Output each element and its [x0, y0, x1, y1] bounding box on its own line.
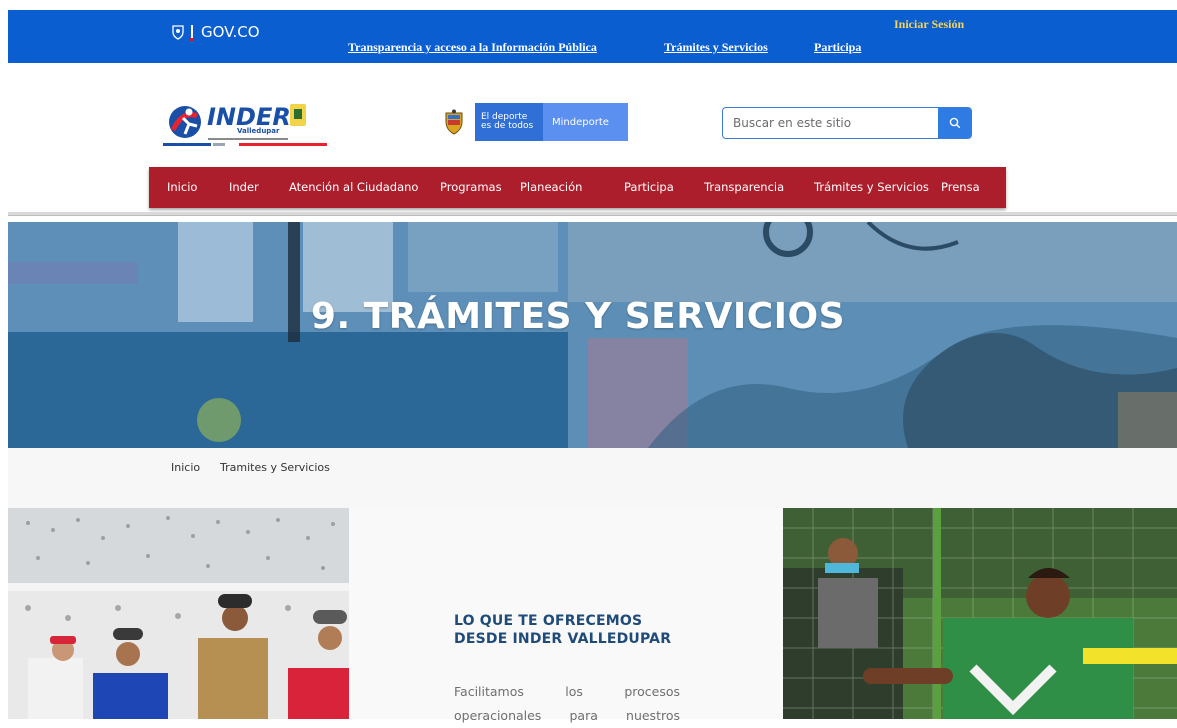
- nav-item-planeacion[interactable]: Planeación: [520, 180, 582, 194]
- search-icon: [949, 117, 960, 129]
- mindeporte-brand: Mindeporte: [543, 103, 628, 141]
- breadcrumb-current: Tramites y Servicios: [220, 461, 330, 474]
- offer-text-line-2: operacionales para nuestros: [454, 708, 680, 723]
- hero-banner: 9. TRÁMITES Y SERVICIOS: [8, 222, 1177, 448]
- kids-soccer-photo: [783, 508, 1177, 719]
- login-link[interactable]: Iniciar Sesión: [894, 17, 964, 32]
- offer-heading: LO QUE TE OFRECEMOS DESDE INDER VALLEDUP…: [454, 612, 714, 648]
- offer-section: LO QUE TE OFRECEMOS DESDE INDER VALLEDUP…: [349, 508, 783, 723]
- offer-heading-line-2: DESDE INDER VALLEDUPAR: [454, 631, 672, 647]
- search-input[interactable]: [723, 108, 938, 138]
- nav-item-tramites[interactable]: Trámites y Servicios: [814, 180, 929, 194]
- header-divider: [8, 212, 1177, 216]
- offer-text-line-1: Facilitamos los procesos: [454, 684, 680, 699]
- procedures-link[interactable]: Trámites y Servicios: [664, 40, 768, 55]
- colombia-shield-icon: [172, 24, 184, 40]
- gov-co-logo[interactable]: GOV.CO: [171, 23, 260, 41]
- cyclists-photo: [8, 508, 349, 719]
- inder-logo-subtext: Valledupar: [237, 127, 280, 135]
- mindeporte-slogan: El deporte es de todos: [475, 103, 543, 141]
- main-nav: Inicio Inder Atención al Ciudadano Progr…: [149, 167, 1006, 208]
- inder-logo[interactable]: INDER Valledupar: [163, 100, 333, 150]
- colombia-coat-of-arms-icon: [433, 103, 475, 141]
- search-box: [722, 107, 972, 139]
- mindeporte-badge[interactable]: El deporte es de todos Mindeporte: [433, 103, 628, 141]
- nav-item-transparencia[interactable]: Transparencia: [704, 180, 784, 194]
- search-button[interactable]: [938, 108, 971, 138]
- nav-item-atencion[interactable]: Atención al Ciudadano: [289, 180, 418, 194]
- nav-item-programas[interactable]: Programas: [440, 180, 502, 194]
- nav-item-participa[interactable]: Participa: [624, 180, 674, 194]
- offer-description: Facilitamos los procesos operacionales p…: [454, 680, 680, 728]
- nav-item-prensa[interactable]: Prensa: [941, 180, 980, 194]
- nav-item-inder[interactable]: Inder: [229, 180, 259, 194]
- slogan-line-2: es de todos: [481, 121, 534, 131]
- gov-brand-text: GOV.CO: [201, 23, 260, 41]
- nav-item-inicio[interactable]: Inicio: [167, 180, 197, 194]
- breadcrumb-home[interactable]: Inicio: [171, 461, 200, 474]
- hero-title: 9. TRÁMITES Y SERVICIOS: [310, 296, 846, 337]
- participate-link[interactable]: Participa: [814, 40, 861, 55]
- gov-divider-mark: [190, 25, 194, 41]
- gov-top-bar: GOV.CO Transparencia y acceso a la Infor…: [8, 10, 1177, 63]
- transparency-link[interactable]: Transparencia y acceso a la Información …: [348, 40, 597, 55]
- breadcrumb: Inicio Tramites y Servicios: [8, 448, 1177, 508]
- offer-heading-line-1: LO QUE TE OFRECEMOS: [454, 613, 643, 629]
